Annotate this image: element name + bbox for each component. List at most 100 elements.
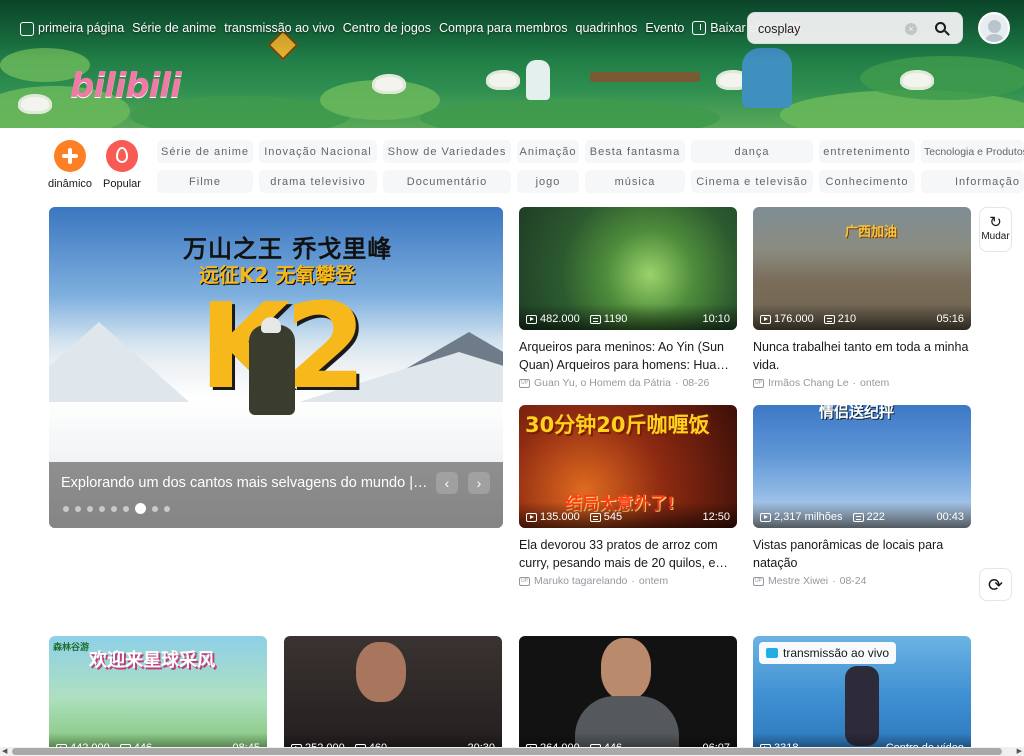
nav-item-anime[interactable]: Série de anime [132, 21, 216, 35]
category-item[interactable]: Cinema e televisão [691, 170, 813, 193]
scroll-right-icon[interactable]: ▶ [1017, 747, 1022, 756]
video-author[interactable]: Irmãos Chang Le [768, 377, 849, 389]
uploader-icon: UP [519, 576, 530, 586]
danmaku-count: 210 [837, 313, 857, 325]
nav-item-home[interactable]: primeira página [20, 20, 124, 36]
search-button[interactable] [930, 18, 954, 40]
category-item[interactable]: drama televisivo [259, 170, 377, 193]
scrollbar-thumb[interactable] [12, 748, 1002, 755]
carousel-dot[interactable] [63, 505, 69, 512]
carousel-next-button[interactable]: › [468, 472, 490, 494]
category-item[interactable]: Série de anime [157, 140, 253, 163]
featured-carousel[interactable]: 万山之王 乔戈里峰 远征K2 无氧攀登 K2 Explorando um dos… [49, 207, 503, 528]
thumbnail-caption: 森林谷游 [53, 643, 90, 653]
nav-item-comics[interactable]: quadrinhos [576, 21, 638, 35]
video-thumbnail[interactable]: 482.000 1190 10:10 [519, 207, 737, 330]
category-item[interactable]: Inovação Nacional [259, 140, 377, 163]
video-card[interactable]: 252.000 460 20:30 [284, 636, 502, 756]
category-item[interactable]: Conhecimento [819, 170, 915, 193]
video-title[interactable]: Vistas panorâmicas de locais para nataçã… [753, 536, 971, 572]
uploader-icon: UP [753, 378, 764, 388]
video-card[interactable]: 30分钟20斤咖喱饭 结局太意外了! 135.000 545 12:50 Ela… [519, 405, 737, 587]
video-stats: 2,317 milhões 222 00:43 [753, 502, 971, 528]
nav-item-live[interactable]: transmissão ao vivo [224, 21, 334, 35]
video-author[interactable]: Guan Yu, o Homem da Pátria [534, 377, 671, 389]
video-thumbnail[interactable]: 30分钟20斤咖喱饭 结局太意外了! 135.000 545 12:50 [519, 405, 737, 528]
live-card[interactable]: transmissão ao vivo 3318 Centro de vídeo [753, 636, 971, 756]
video-card[interactable]: 森林谷游 欢迎来星球采风 442.000 446 08:45 [49, 636, 267, 756]
video-thumbnail[interactable]: 情侣送纪抨 2,317 milhões 222 00:43 [753, 405, 971, 528]
category-item[interactable]: Filme [157, 170, 253, 193]
carousel-dot[interactable] [99, 505, 105, 512]
thumbnail-caption: 欢迎来星球采风 [89, 650, 215, 671]
category-item[interactable]: Animação [517, 140, 579, 163]
category-item[interactable]: jogo [517, 170, 579, 193]
video-card[interactable]: 264.000 446 06:07 [519, 636, 737, 756]
nav-item-games[interactable]: Centro de jogos [343, 21, 431, 35]
category-item[interactable]: música [585, 170, 685, 193]
carousel-footer [49, 462, 503, 528]
tv-icon [20, 22, 34, 36]
carousel-dot[interactable] [164, 505, 170, 512]
channel-dynamic[interactable]: dinâmico [40, 140, 100, 190]
category-item[interactable]: dança [691, 140, 813, 163]
carousel-dot[interactable] [152, 505, 158, 512]
video-author[interactable]: Maruko tagarelando [534, 575, 627, 587]
danmaku-stat: 222 [852, 511, 885, 523]
channel-popular[interactable]: Popular [92, 140, 152, 190]
views-stat: 2,317 milhões [760, 511, 843, 523]
live-tag: transmissão ao vivo [759, 642, 897, 664]
nav-label: primeira página [38, 21, 125, 35]
video-card[interactable]: 482.000 1190 10:10 Arqueiros para menino… [519, 207, 737, 389]
category-item[interactable]: entretenimento [819, 140, 915, 163]
avatar[interactable] [978, 12, 1010, 44]
category-item[interactable]: Show de Variedades [383, 140, 511, 163]
horizontal-scrollbar[interactable]: ◀ ▶ [0, 747, 1024, 756]
video-thumbnail[interactable]: 252.000 460 20:30 [284, 636, 502, 756]
carousel-dot[interactable] [87, 505, 93, 512]
meta-sep: · [852, 377, 857, 389]
refresh-button[interactable]: ↻ Mudar [979, 207, 1012, 252]
video-author[interactable]: Mestre Xiwei [768, 575, 828, 587]
category-item[interactable]: Documentário [383, 170, 511, 193]
carousel-dot[interactable] [135, 503, 146, 514]
category-item[interactable]: Besta fantasma [585, 140, 685, 163]
carousel-dot[interactable] [75, 505, 81, 512]
carousel-image[interactable]: 万山之王 乔戈里峰 远征K2 无氧攀登 K2 [49, 207, 503, 462]
danmaku-count: 545 [603, 511, 623, 523]
video-thumbnail[interactable]: transmissão ao vivo 3318 Centro de vídeo [753, 636, 971, 756]
play-icon [526, 314, 537, 324]
video-stats: 482.000 1190 10:10 [519, 304, 737, 330]
bilibili-logo[interactable]: bilibili [70, 66, 182, 106]
video-date: 08-24 [839, 575, 867, 587]
nav-label: Centro de jogos [342, 21, 431, 35]
video-duration: 05:16 [936, 313, 964, 325]
carousel-title[interactable]: Explorando um dos cantos mais selvagens … [61, 475, 431, 491]
search-input[interactable] [758, 20, 908, 38]
carousel-dot[interactable] [111, 505, 117, 512]
back-to-top-button[interactable]: ⟳ [979, 568, 1012, 601]
video-meta: UP Irmãos Chang Le · ontem [753, 377, 971, 389]
scroll-left-icon[interactable]: ◀ [2, 747, 7, 756]
video-card[interactable]: 广西加油 176.000 210 05:16 Nunca trabalhei t… [753, 207, 971, 389]
video-title[interactable]: Nunca trabalhei tanto em toda a minha vi… [753, 338, 971, 374]
lotus-flower [372, 74, 406, 94]
download-icon [692, 21, 707, 35]
clear-icon[interactable]: × [905, 23, 917, 35]
flame-icon [106, 140, 138, 172]
category-item[interactable]: Tecnologia e Produtos [921, 140, 1024, 163]
nav-label: Série de anime [132, 21, 217, 35]
video-thumbnail[interactable]: 广西加油 176.000 210 05:16 [753, 207, 971, 330]
nav-item-membership[interactable]: Compra para membros [439, 21, 568, 35]
video-card[interactable]: 情侣送纪抨 2,317 milhões 222 00:43 Vistas pan… [753, 405, 971, 587]
video-thumbnail[interactable]: 264.000 446 06:07 [519, 636, 737, 756]
video-thumbnail[interactable]: 森林谷游 欢迎来星球采风 442.000 446 08:45 [49, 636, 267, 756]
category-item[interactable]: Informação [921, 170, 1024, 193]
video-title[interactable]: Arqueiros para meninos: Ao Yin (Sun Quan… [519, 338, 737, 374]
thumbnail-caption: 30分钟20斤咖喱饭 [525, 413, 710, 437]
video-title[interactable]: Ela devorou 33 pratos de arroz com curry… [519, 536, 737, 572]
carousel-dot[interactable] [123, 505, 129, 512]
danmaku-icon [589, 512, 601, 522]
nav-item-event[interactable]: Evento [645, 21, 684, 35]
carousel-prev-button[interactable]: ‹ [436, 472, 458, 494]
